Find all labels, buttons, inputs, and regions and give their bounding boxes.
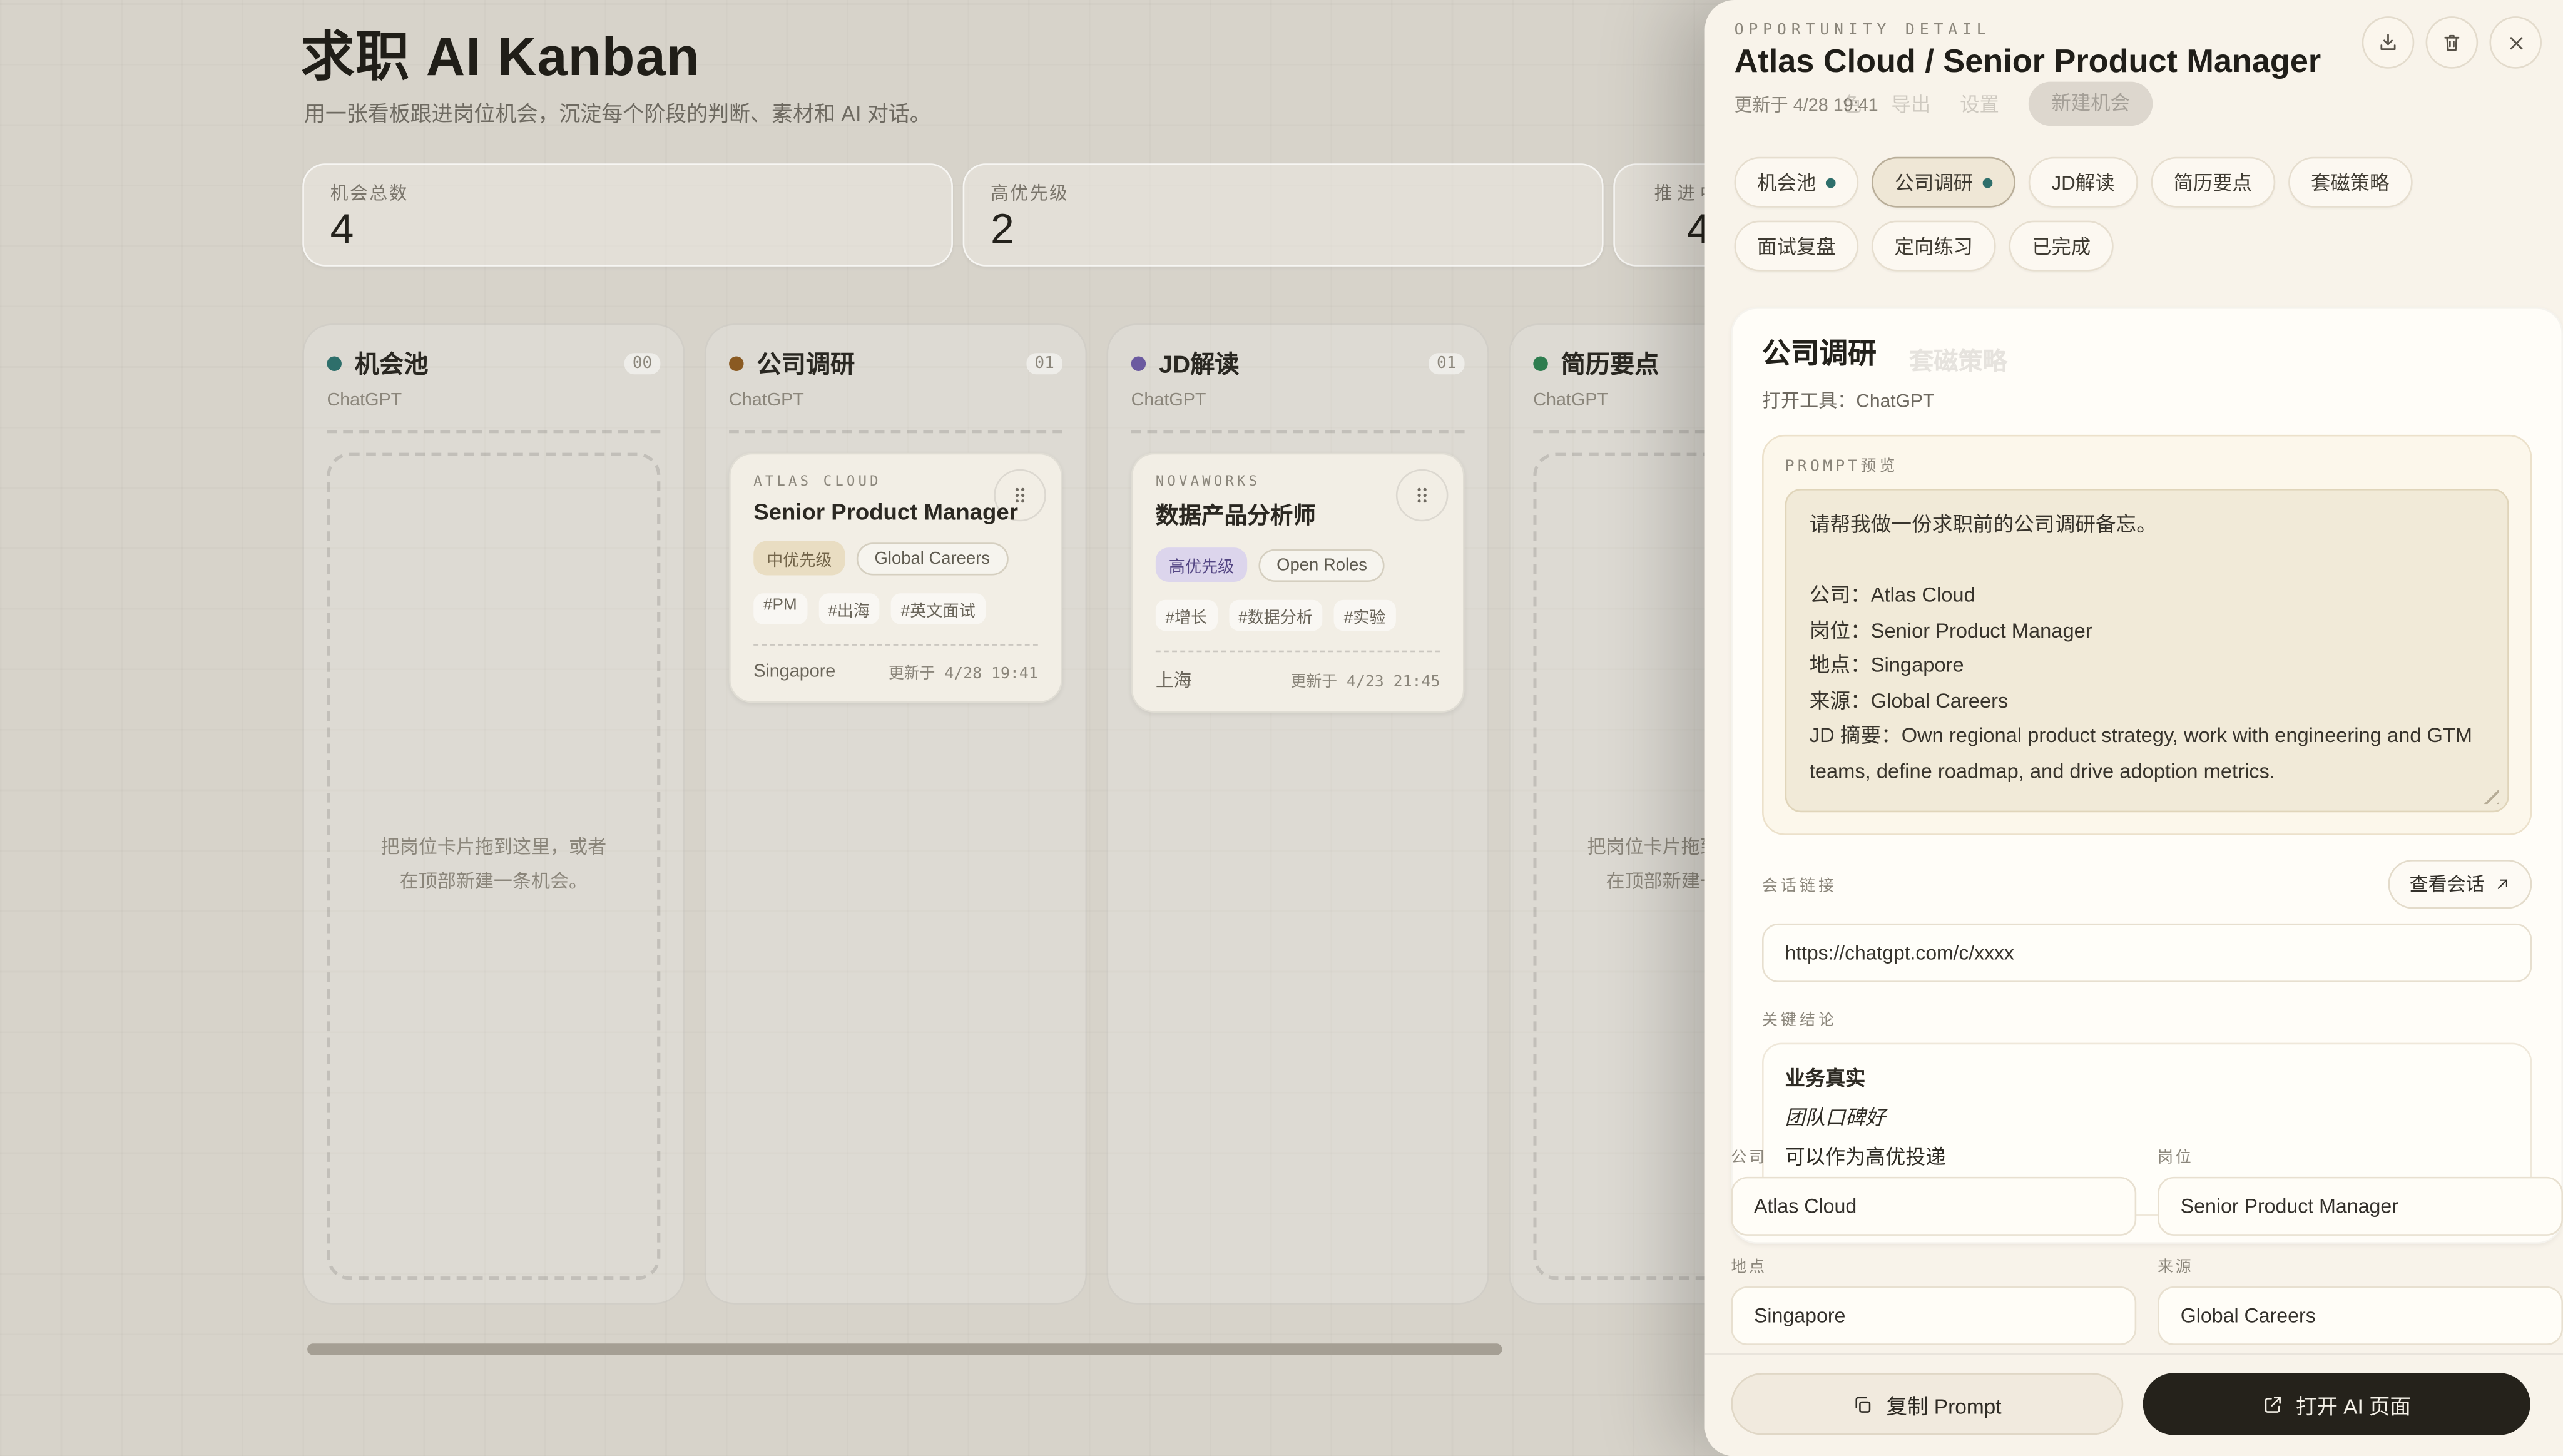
column-divider (729, 430, 1062, 433)
column-count: 01 (1429, 353, 1465, 374)
column-name: 机会池 (355, 347, 611, 381)
tab-dot-icon (1826, 177, 1836, 187)
ghost-toolbar-item: 导出 (1891, 90, 1930, 118)
column-dot-icon (1131, 356, 1146, 371)
external-link-icon (2261, 1393, 2283, 1415)
stage-tabs: 机会池 公司调研 JD解读 简历要点 套磁策略 面试复盘 定向练习 已完成 (1735, 157, 2529, 272)
card-divider (1156, 651, 1440, 653)
source-field[interactable] (2158, 1286, 2563, 1345)
stat-value: 4 (330, 205, 354, 255)
external-arrow-icon (2494, 876, 2510, 892)
card-updated: 更新于 4/23 21:45 (1291, 668, 1440, 691)
card-tag: #出海 (818, 593, 880, 624)
field-label-role: 岗位 (2158, 1144, 2563, 1168)
company-field[interactable] (1731, 1177, 2136, 1236)
kanban-column-research: 公司调研 01 ChatGPT ATLAS CLOUD Senior Produ… (705, 323, 1087, 1304)
stat-card-high-priority: 高优先级 2 (963, 163, 1604, 267)
stat-label: 机会总数 (330, 180, 409, 206)
page-title: 求职 AI Kanban (301, 13, 700, 91)
tab-resume[interactable]: 简历要点 (2151, 157, 2275, 208)
field-label-location: 地点 (1731, 1254, 2136, 1277)
priority-badge: 中优先级 (753, 541, 845, 576)
opportunity-detail-panel: 色 导出 设置 新建机会 套磁策略 OPPORTUNITY DETAIL Atl… (1705, 0, 2563, 1456)
prompt-preview-label: PROMPT预览 (1785, 453, 2509, 476)
card-location: 上海 (1156, 667, 1191, 693)
conclusion-line: 团队口碑好 (1785, 1100, 2509, 1139)
tab-done[interactable]: 已完成 (2009, 221, 2114, 272)
card-location: Singapore (753, 662, 835, 681)
panel-footer: 复制 Prompt 打开 AI 页面 (1705, 1353, 2563, 1456)
column-name: 公司调研 (757, 347, 1013, 381)
role-field[interactable] (2158, 1177, 2563, 1236)
stat-value: 2 (991, 205, 1014, 255)
ghost-new-opportunity-button: 新建机会 (2029, 82, 2153, 126)
kanban-column-pool: 机会池 00 ChatGPT 把岗位卡片拖到这里，或者在顶部新建一条机会。 (302, 323, 685, 1304)
priority-badge: 高优先级 (1156, 547, 1247, 582)
column-dot-icon (327, 356, 342, 371)
panel-title: Atlas Cloud / Senior Product Manager (1735, 44, 2356, 82)
prompt-preview-group: PROMPT预览 请帮我做一份求职前的公司调研备忘。 公司：Atlas Clou… (1762, 435, 2532, 835)
job-card-atlas-cloud[interactable]: ATLAS CLOUD Senior Product Manager 中优先级 … (729, 453, 1062, 703)
panel-kicker: OPPORTUNITY DETAIL (1735, 21, 1991, 39)
download-button[interactable] (2362, 16, 2415, 69)
column-name: JD解读 (1159, 347, 1415, 381)
ghost-toolbar: 色 导出 设置 新建机会 (1842, 82, 2153, 126)
page-subtitle: 用一张看板跟进岗位机会，沉淀每个阶段的判断、素材和 AI 对话。 (304, 96, 931, 128)
chat-link-label: 会话链接 (1762, 873, 1837, 896)
close-icon[interactable] (2489, 16, 2542, 69)
card-tag: #英文面试 (891, 593, 985, 624)
column-count: 01 (1026, 353, 1062, 374)
card-updated: 更新于 4/28 19:41 (889, 660, 1038, 683)
drag-handle-icon[interactable] (994, 469, 1046, 522)
tab-targeted-practice[interactable]: 定向练习 (1872, 221, 1996, 272)
column-dot-icon (729, 356, 744, 371)
section-title: 公司调研 (1762, 332, 2532, 372)
column-divider (1131, 430, 1465, 433)
section-tool-line: 打开工具：ChatGPT (1762, 387, 2532, 414)
tab-dot-icon (1983, 177, 1993, 187)
view-chat-button[interactable]: 查看会话 (2388, 860, 2532, 909)
horizontal-scrollbar[interactable] (307, 1343, 1502, 1355)
card-tag: #增长 (1156, 600, 1217, 631)
column-tool: ChatGPT (729, 390, 1062, 410)
stage-section-card: 公司调研 打开工具：ChatGPT PROMPT预览 请帮我做一份求职前的公司调… (1731, 307, 2563, 1244)
tab-company-research[interactable]: 公司调研 (1872, 157, 2015, 208)
empty-dropzone[interactable]: 把岗位卡片拖到这里，或者在顶部新建一条机会。 (327, 453, 660, 1280)
card-divider (753, 644, 1038, 646)
field-label-company: 公司 (1731, 1144, 2136, 1168)
app-stage: 求职 AI Kanban 用一张看板跟进岗位机会，沉淀每个阶段的判断、素材和 A… (0, 0, 2563, 1456)
column-count: 00 (624, 353, 661, 374)
column-tool: ChatGPT (327, 390, 660, 410)
chat-url-input[interactable] (1762, 924, 2532, 982)
open-ai-page-button[interactable]: 打开 AI 页面 (2142, 1373, 2530, 1435)
location-field[interactable] (1731, 1286, 2136, 1345)
trash-icon[interactable] (2426, 16, 2479, 69)
source-badge: Global Careers (857, 542, 1008, 574)
column-dot-icon (1533, 356, 1548, 371)
field-label-source: 来源 (2158, 1254, 2563, 1277)
tab-outreach[interactable]: 套磁策略 (2288, 157, 2412, 208)
column-divider (327, 430, 660, 433)
kanban-column-jd: JD解读 01 ChatGPT NOVAWORKS 数据产品分析师 高优先级 O… (1106, 323, 1489, 1304)
copy-icon (1852, 1393, 1873, 1415)
source-badge: Open Roles (1258, 548, 1385, 581)
stat-label: 高优先级 (991, 180, 1069, 206)
card-tag: #PM (753, 593, 807, 624)
tab-jd[interactable]: JD解读 (2029, 157, 2138, 208)
panel-updated: 更新于 4/28 19:41 (1735, 91, 1878, 118)
conclusion-line: 业务真实 (1785, 1061, 2509, 1100)
stat-card-total: 机会总数 4 (302, 163, 953, 267)
card-tag: #数据分析 (1228, 600, 1322, 631)
drag-handle-icon[interactable] (1396, 469, 1449, 522)
tab-interview-review[interactable]: 面试复盘 (1735, 221, 1859, 272)
column-tool: ChatGPT (1131, 390, 1465, 410)
prompt-textarea[interactable]: 请帮我做一份求职前的公司调研备忘。 公司：Atlas Cloud 岗位：Seni… (1785, 489, 2509, 812)
conclusion-label: 关键结论 (1762, 1007, 2532, 1030)
job-card-novaworks[interactable]: NOVAWORKS 数据产品分析师 高优先级 Open Roles #增长 #数… (1131, 453, 1465, 713)
opportunity-fields: 公司 岗位 地点 来源 (1731, 1144, 2563, 1345)
copy-prompt-button[interactable]: 复制 Prompt (1731, 1373, 2122, 1435)
tab-pool[interactable]: 机会池 (1735, 157, 1859, 208)
ghost-toolbar-item: 设置 (1960, 90, 1999, 118)
card-tag: #实验 (1334, 600, 1395, 631)
